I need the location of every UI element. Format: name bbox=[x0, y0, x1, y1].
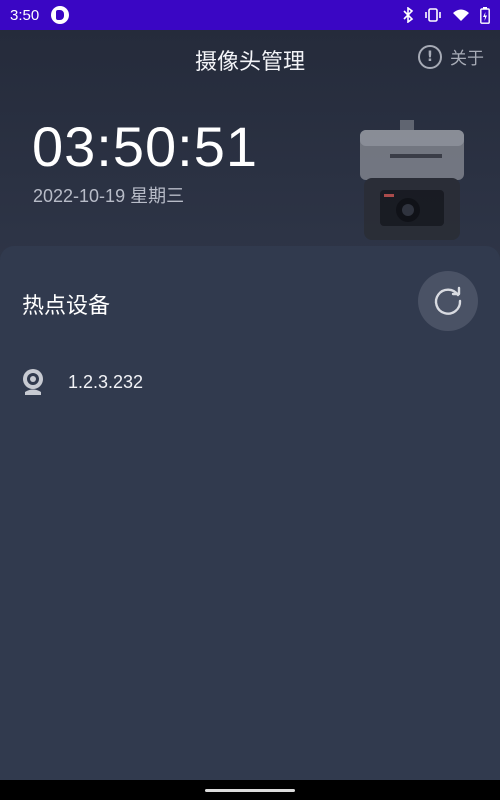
battery-icon bbox=[480, 6, 490, 24]
clock-date: 2022-10-19 星期三 bbox=[33, 186, 185, 206]
info-circle-icon: ! bbox=[418, 44, 442, 69]
section-title: 热点设备 bbox=[22, 294, 111, 319]
vibrate-icon bbox=[425, 8, 441, 22]
status-bar: 3:50 bbox=[0, 0, 500, 30]
refresh-button[interactable] bbox=[418, 271, 478, 331]
camera-illustration bbox=[360, 120, 464, 240]
home-gesture-handle[interactable] bbox=[205, 789, 295, 792]
status-icons bbox=[402, 6, 490, 24]
status-time: 3:50 bbox=[10, 6, 40, 24]
app-notification-icon bbox=[51, 6, 70, 24]
device-ip: 1.2.3.232 bbox=[68, 371, 144, 392]
wifi-icon bbox=[453, 9, 469, 21]
hotspot-card: 热点设备 1.2.3.232 bbox=[0, 246, 500, 780]
refresh-icon bbox=[434, 286, 462, 315]
clock-time: 03:50:51 bbox=[32, 115, 258, 178]
bluetooth-icon bbox=[403, 7, 414, 23]
navigation-bar bbox=[0, 780, 500, 800]
webcam-icon bbox=[23, 369, 43, 395]
about-label: 关于 bbox=[450, 49, 484, 69]
device-list-item[interactable]: 1.2.3.232 bbox=[20, 364, 480, 400]
header-hero: 摄像头管理 ! 关于 03:50:51 2022-10-19 星期三 bbox=[0, 30, 500, 260]
about-button[interactable]: ! 关于 bbox=[418, 44, 484, 69]
